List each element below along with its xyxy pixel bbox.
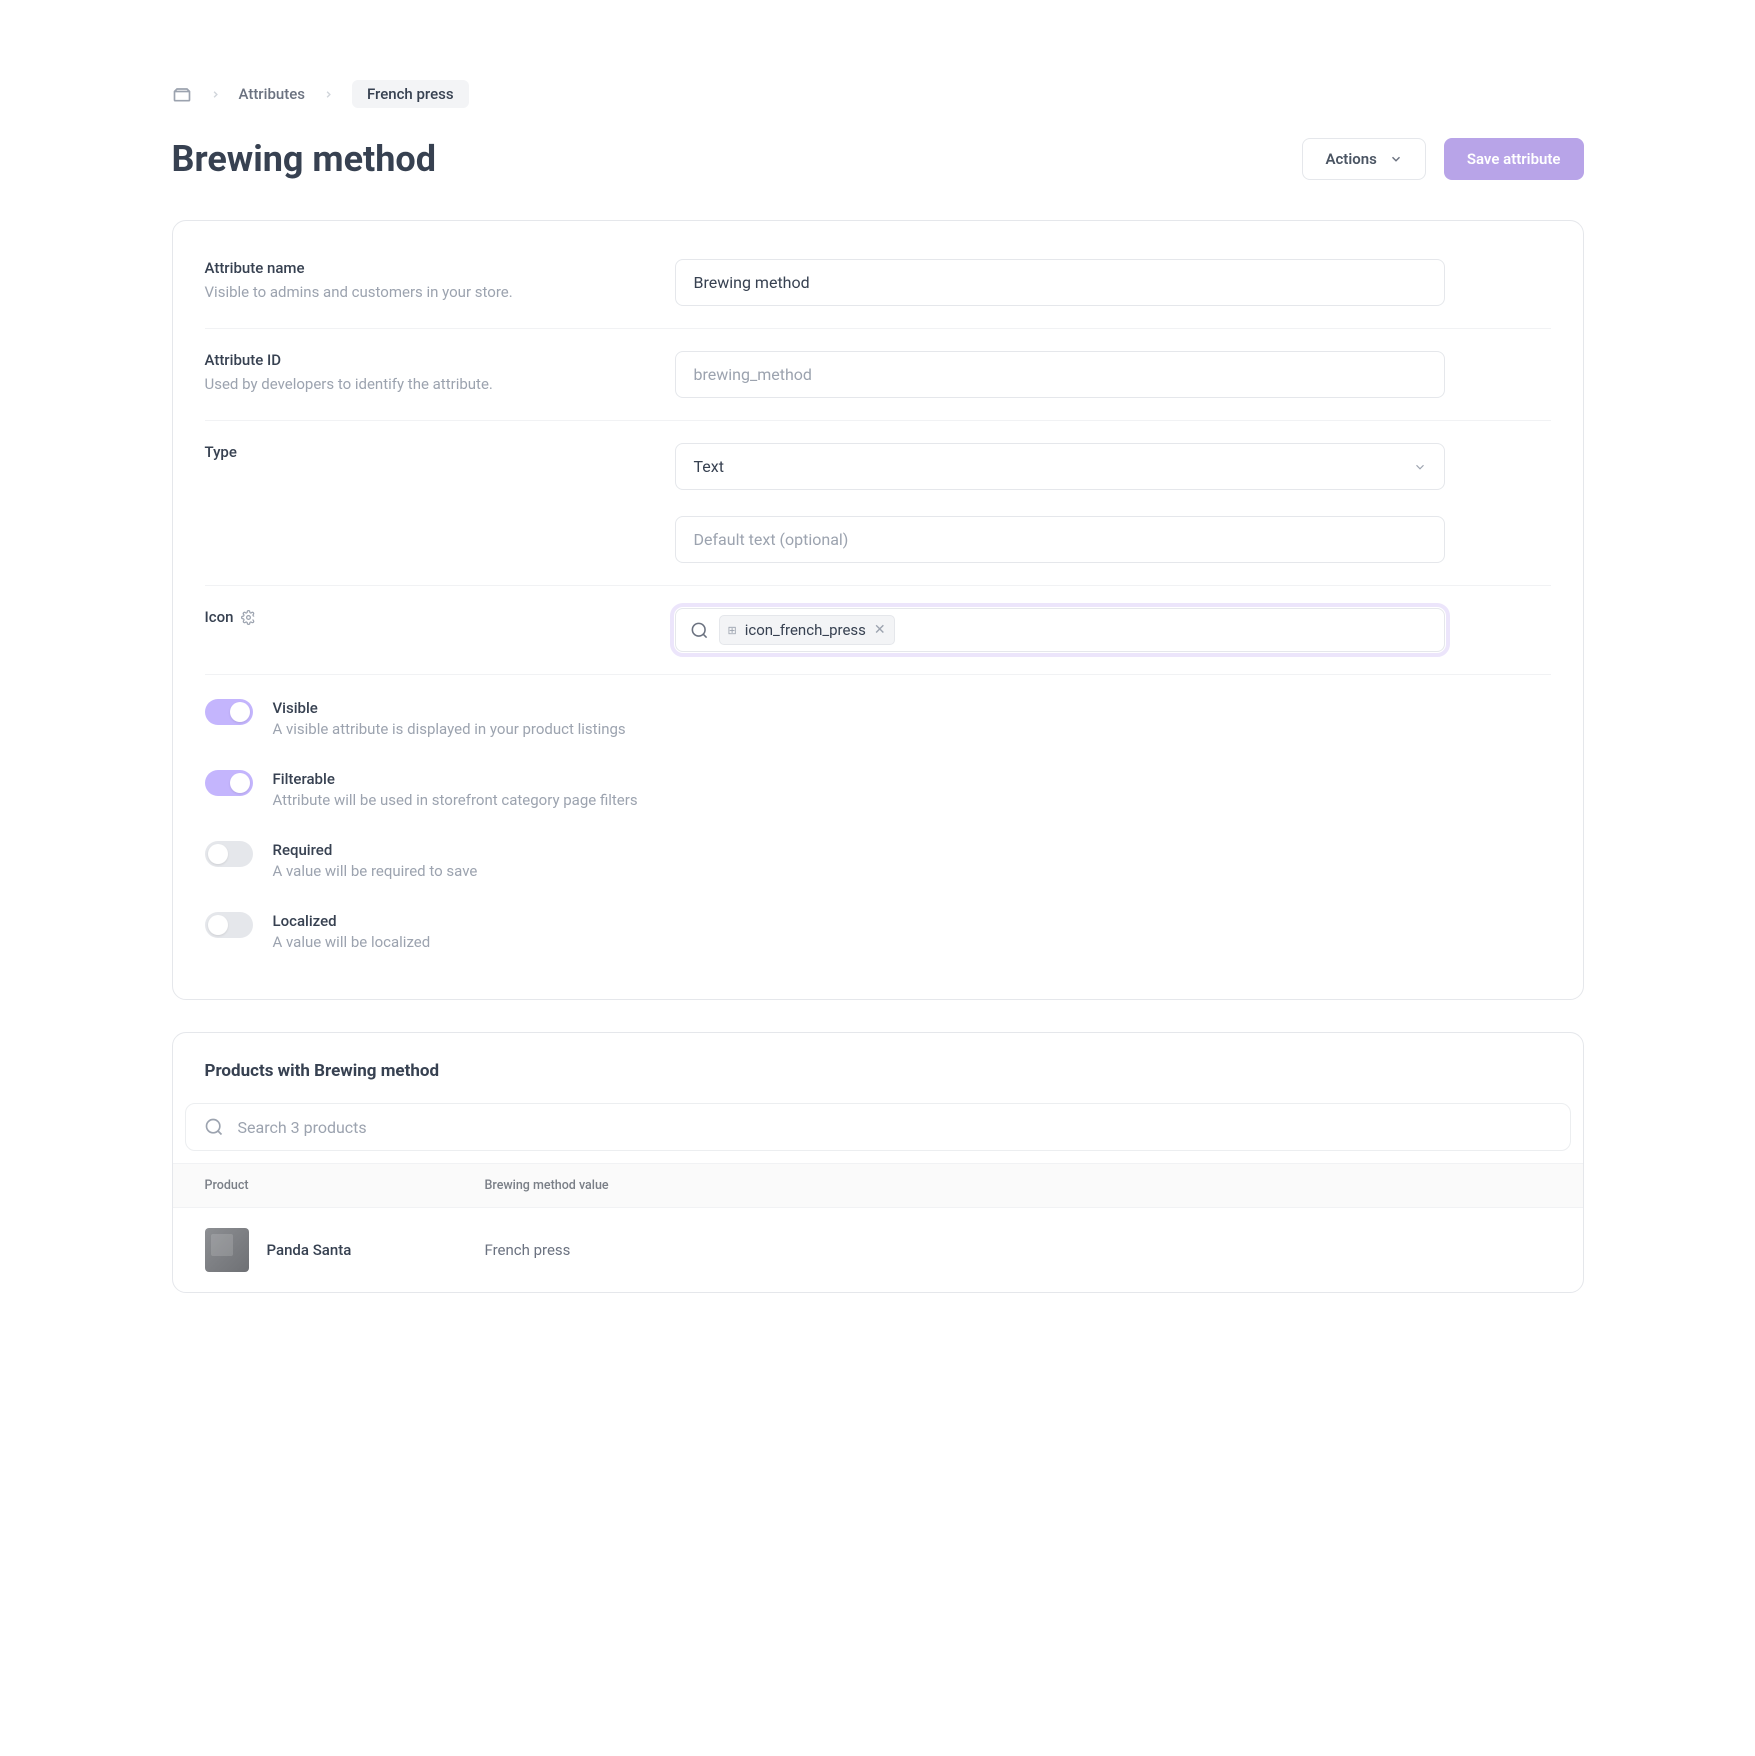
column-product: Product [205, 1178, 485, 1193]
toggle-visible-desc: A visible attribute is displayed in your… [273, 720, 626, 738]
toggle-filterable-label: Filterable [273, 770, 638, 788]
table-row[interactable]: Panda Santa French press [173, 1208, 1583, 1292]
breadcrumb: Attributes French press [172, 80, 1584, 108]
page-title: Brewing method [172, 138, 436, 180]
toggle-required-desc: A value will be required to save [273, 862, 478, 880]
icon-search-input[interactable]: ⊞ icon_french_press ✕ [675, 608, 1445, 652]
toggle-localized-desc: A value will be localized [273, 933, 431, 951]
column-value: Brewing method value [485, 1178, 1551, 1193]
products-section-title: Products with Brewing method [173, 1033, 1583, 1103]
search-icon [204, 1117, 224, 1137]
breadcrumb-current: French press [352, 80, 469, 108]
remove-token-icon[interactable]: ✕ [874, 623, 886, 637]
chevron-down-icon [1389, 152, 1403, 166]
toggle-filterable-desc: Attribute will be used in storefront cat… [273, 791, 638, 809]
search-icon [690, 621, 709, 640]
toggle-localized[interactable] [205, 912, 253, 938]
attribute-name-desc: Visible to admins and customers in your … [205, 281, 651, 304]
product-search-input[interactable] [238, 1118, 1552, 1137]
save-attribute-button[interactable]: Save attribute [1444, 138, 1584, 180]
chevron-right-icon [323, 89, 334, 100]
toggle-visible[interactable] [205, 699, 253, 725]
breadcrumb-attributes-link[interactable]: Attributes [239, 85, 305, 103]
type-select[interactable]: Text [675, 443, 1445, 490]
toggle-filterable[interactable] [205, 770, 253, 796]
icon-label: Icon [205, 608, 234, 626]
attribute-name-input[interactable] [675, 259, 1445, 306]
toggle-required-label: Required [273, 841, 478, 859]
icon-token-label: icon_french_press [745, 621, 866, 639]
attribute-id-desc: Used by developers to identify the attri… [205, 373, 651, 396]
attribute-id-input[interactable] [675, 351, 1445, 398]
default-text-input[interactable] [675, 516, 1445, 563]
toggle-visible-label: Visible [273, 699, 626, 717]
attribute-id-label: Attribute ID [205, 351, 651, 369]
toggle-required[interactable] [205, 841, 253, 867]
actions-button-label: Actions [1325, 150, 1376, 168]
actions-button[interactable]: Actions [1302, 138, 1425, 180]
toggle-localized-label: Localized [273, 912, 431, 930]
gear-icon[interactable] [241, 610, 256, 625]
product-name: Panda Santa [267, 1241, 352, 1259]
type-label: Type [205, 443, 651, 461]
home-icon[interactable] [172, 84, 192, 104]
image-icon: ⊞ [728, 624, 737, 637]
attribute-name-label: Attribute name [205, 259, 651, 277]
chevron-right-icon [210, 89, 221, 100]
product-thumbnail [205, 1228, 249, 1272]
icon-token: ⊞ icon_french_press ✕ [719, 615, 895, 645]
product-value: French press [485, 1241, 571, 1259]
